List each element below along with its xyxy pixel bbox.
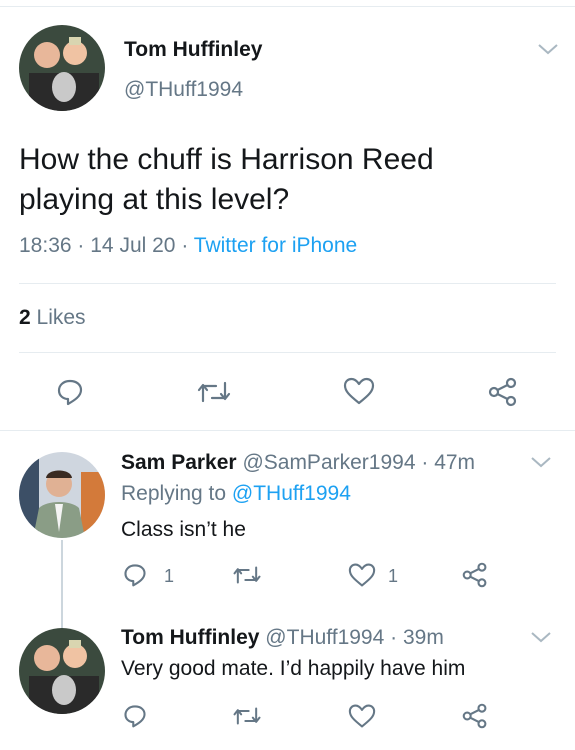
- reply-author-name[interactable]: Tom Huffinley: [121, 626, 259, 649]
- avatar[interactable]: [19, 628, 105, 714]
- reply-author-handle[interactable]: @SamParker1994: [242, 451, 415, 474]
- replying-prefix: Replying to: [121, 482, 227, 505]
- divider: [19, 352, 556, 353]
- retweet-icon[interactable]: [196, 377, 232, 407]
- meta-separator: ·: [181, 234, 189, 257]
- tweet-text-line-2: playing at this level?: [19, 183, 290, 216]
- reply-text: Class isn’t he: [121, 518, 246, 541]
- author-name[interactable]: Tom Huffinley: [124, 38, 262, 62]
- top-divider: [0, 0, 575, 7]
- chevron-down-icon[interactable]: [530, 455, 552, 469]
- like-count: 1: [388, 566, 399, 586]
- tweet-meta: 18:36 · 14 Jul 20 · Twitter for iPhone: [19, 234, 357, 258]
- retweet-icon[interactable]: [232, 703, 262, 729]
- reply-icon[interactable]: [55, 377, 85, 407]
- replying-mention[interactable]: @THuff1994: [232, 482, 351, 505]
- retweet-icon[interactable]: [232, 562, 262, 588]
- likes-count: 2: [19, 306, 31, 329]
- meta-separator: ·: [421, 451, 429, 474]
- share-icon[interactable]: [461, 703, 489, 729]
- reply-icon[interactable]: [122, 562, 148, 588]
- reply-icon[interactable]: [122, 703, 148, 729]
- chevron-down-icon[interactable]: [537, 42, 559, 56]
- reply-header: Tom Huffinley @THuff1994 · 39m: [121, 625, 444, 651]
- tweet-time: 18:36: [19, 234, 72, 257]
- divider: [19, 283, 556, 284]
- reply-author-name[interactable]: Sam Parker: [121, 451, 237, 474]
- likes-label: Likes: [36, 306, 86, 329]
- avatar[interactable]: [19, 25, 105, 111]
- meta-separator: ·: [390, 626, 398, 649]
- likes-summary[interactable]: 2 Likes: [19, 306, 86, 330]
- reply-text: Very good mate. I’d happily have him: [121, 657, 466, 680]
- reply-author-handle[interactable]: @THuff1994: [265, 626, 384, 649]
- avatar[interactable]: [19, 452, 105, 538]
- reply-age: 47m: [434, 451, 476, 474]
- tweet-text-line-1: How the chuff is Harrison Reed: [19, 143, 434, 176]
- thread-line: [61, 540, 63, 628]
- tweet-source-link[interactable]: Twitter for iPhone: [194, 234, 357, 257]
- like-icon[interactable]: [343, 376, 375, 406]
- reply-count: 1: [164, 566, 175, 586]
- chevron-down-icon[interactable]: [530, 630, 552, 644]
- like-icon[interactable]: [348, 703, 376, 729]
- share-icon[interactable]: [461, 562, 489, 588]
- reply-header: Sam Parker @SamParker1994 · 47m: [121, 450, 475, 476]
- replying-to: Replying to @THuff1994: [121, 482, 351, 506]
- divider: [0, 430, 575, 431]
- share-icon[interactable]: [487, 377, 519, 407]
- author-handle[interactable]: @THuff1994: [124, 78, 243, 102]
- tweet-date: 14 Jul 20: [90, 234, 176, 257]
- like-icon[interactable]: [348, 562, 376, 588]
- meta-separator: ·: [77, 234, 85, 257]
- reply-age: 39m: [402, 626, 444, 649]
